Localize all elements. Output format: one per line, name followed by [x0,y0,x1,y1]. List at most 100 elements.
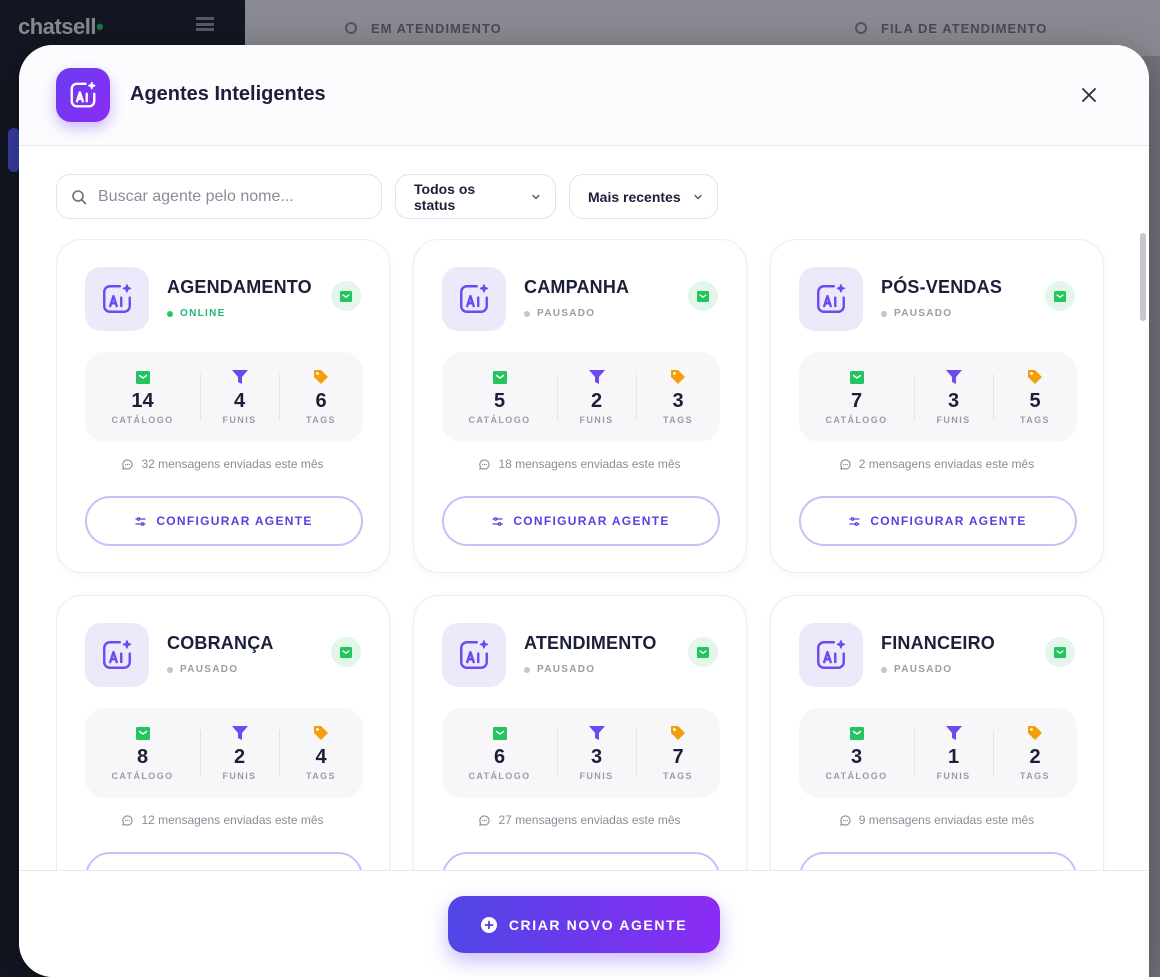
ai-sparkle-icon [85,623,149,687]
ai-sparkle-icon [442,267,506,331]
chat-bubble-icon [122,458,134,470]
configure-agent-label: CONFIGURAR AGENTE [513,514,670,528]
stat-catalog-value: 8 [136,746,149,768]
stat-funnels: 2 FUNIS [200,708,279,798]
configure-agent-button[interactable]: CONFIGURAR AGENTE [799,852,1077,871]
configure-agent-label: CONFIGURAR AGENTE [156,514,313,528]
agent-status: PAUSADO [524,308,595,319]
stat-tags-value: 2 [1029,746,1041,768]
ai-sparkle-icon [799,623,863,687]
agent-name: ATENDIMENTO [524,633,657,653]
stat-catalog: 6 CATÁLOGO [442,708,557,798]
messages-count: 32 mensagens enviadas este mês [57,457,389,471]
stat-catalog: 14 CATÁLOGO [85,352,200,442]
status-dot [524,666,530,673]
search-field[interactable] [56,174,382,219]
create-agent-button[interactable]: CRIAR NOVO AGENTE [448,896,720,953]
stat-tags: 5 TAGS [993,352,1077,442]
agent-stats: 3 CATÁLOGO 1 FUNIS 2 TAGS [799,708,1077,798]
tag-icon [1027,725,1043,741]
stat-tags-label: TAGS [306,415,336,425]
search-input[interactable] [98,187,358,206]
stat-catalog-value: 3 [850,746,863,768]
catalog-icon [849,369,864,385]
agent-status: PAUSADO [524,664,595,675]
stat-funnels-value: 3 [590,746,603,768]
agent-card: COBRANÇA PAUSADO 8 CATÁLOGO 2 FUNIS 4 TA… [56,595,390,871]
status-text: PAUSADO [537,308,596,319]
chat-bubble-icon [839,814,851,826]
configure-agent-button[interactable]: CONFIGURAR AGENTE [442,852,720,871]
catalog-icon [135,725,150,741]
close-icon [1082,88,1096,102]
stat-funnels-value: 3 [947,390,960,412]
stat-tags-label: TAGS [1020,415,1050,425]
stat-tags: 4 TAGS [279,708,363,798]
app-logo: chatsell• [18,14,104,39]
search-icon [345,22,357,34]
configure-agent-button[interactable]: CONFIGURAR AGENTE [85,852,363,871]
stat-funnels: 1 FUNIS [914,708,993,798]
messages-count: 18 mensagens enviadas este mês [414,457,746,471]
scrollbar-thumb[interactable] [1140,233,1146,321]
messages-text: 9 mensagens enviadas este mês [858,813,1035,827]
configure-agent-button[interactable]: CONFIGURAR AGENTE [442,496,720,546]
stat-catalog-label: CATÁLOGO [825,771,888,781]
stat-funnels-value: 2 [233,746,246,768]
sliders-icon [849,516,860,526]
sliders-icon [492,516,503,526]
agents-grid: AGENDAMENTO ONLINE 14 CATÁLOGO 4 FUNIS 6… [56,239,1116,871]
sort-value: Mais recentes [588,188,681,205]
stat-tags-label: TAGS [663,415,693,425]
stat-funnels-value: 2 [590,390,603,412]
stat-catalog-label: CATÁLOGO [111,771,174,781]
create-agent-label: CRIAR NOVO AGENTE [508,916,688,933]
funnel-icon [588,725,605,741]
chat-bubble-icon [839,458,851,470]
configure-agent-label: CONFIGURAR AGENTE [870,514,1027,528]
stat-funnels: 4 FUNIS [200,352,279,442]
agent-card: FINANCEIRO PAUSADO 3 CATÁLOGO 1 FUNIS 2 … [770,595,1104,871]
catalog-badge-icon [331,637,361,667]
configure-agent-button[interactable]: CONFIGURAR AGENTE [799,496,1077,546]
stat-funnels: 2 FUNIS [557,352,636,442]
messages-text: 12 mensagens enviadas este mês [141,813,324,827]
stat-funnels-label: FUNIS [936,415,971,425]
hamburger-menu-icon [196,17,214,31]
catalog-badge-icon [1045,637,1075,667]
chevron-down-icon [693,194,702,199]
funnel-icon [231,369,248,385]
status-dot [524,310,530,317]
stat-funnels-value: 1 [947,746,960,768]
stat-catalog-value: 6 [493,746,506,768]
stat-tags-label: TAGS [663,771,693,781]
stat-catalog-label: CATÁLOGO [468,771,531,781]
stat-catalog-label: CATÁLOGO [468,415,531,425]
agent-card: CAMPANHA PAUSADO 5 CATÁLOGO 2 FUNIS 3 TA… [413,239,747,573]
status-dot [881,310,887,317]
stat-catalog: 3 CATÁLOGO [799,708,914,798]
agent-card: ATENDIMENTO PAUSADO 6 CATÁLOGO 3 FUNIS 7… [413,595,747,871]
agent-stats: 14 CATÁLOGO 4 FUNIS 6 TAGS [85,352,363,442]
agent-status: PAUSADO [881,308,952,319]
tag-icon [1027,369,1043,385]
catalog-icon [492,725,507,741]
stat-catalog-label: CATÁLOGO [111,415,174,425]
stat-catalog: 8 CATÁLOGO [85,708,200,798]
funnel-icon [945,369,962,385]
messages-count: 27 mensagens enviadas este mês [414,813,746,827]
funnel-icon [588,369,605,385]
stat-funnels-label: FUNIS [222,771,257,781]
sort-select[interactable]: Mais recentes [569,174,718,219]
stat-funnels: 3 FUNIS [557,708,636,798]
close-button[interactable] [1077,83,1101,107]
agent-name: COBRANÇA [167,633,274,653]
status-filter-select[interactable]: Todos os status [395,174,556,219]
stat-tags: 6 TAGS [279,352,363,442]
stat-funnels-value: 4 [233,390,246,412]
agent-stats: 7 CATÁLOGO 3 FUNIS 5 TAGS [799,352,1077,442]
configure-agent-button[interactable]: CONFIGURAR AGENTE [85,496,363,546]
stat-tags-value: 4 [315,746,327,768]
stat-tags-label: TAGS [1020,771,1050,781]
stat-tags-value: 6 [315,390,327,412]
